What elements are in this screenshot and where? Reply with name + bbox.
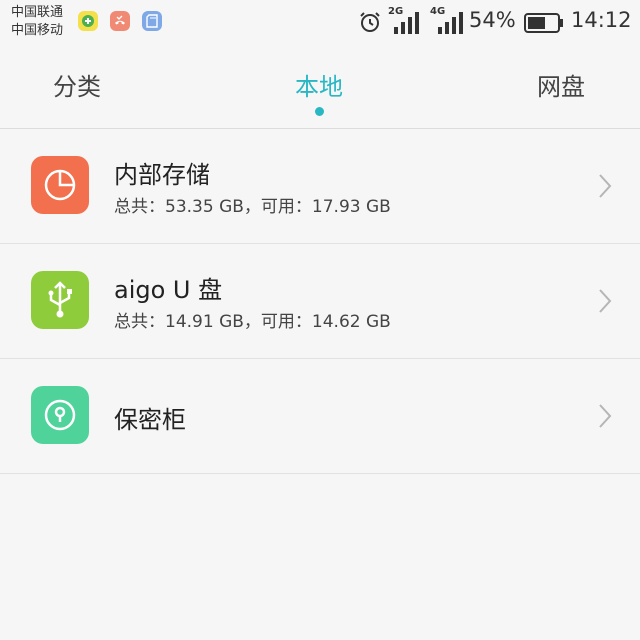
chevron-right-icon [599, 289, 612, 313]
storage-item-title: 内部存储 [114, 161, 210, 189]
sd-card-icon [142, 11, 162, 31]
tab-cloud-drive[interactable]: 网盘 [537, 70, 585, 104]
battery-icon [524, 13, 563, 33]
storage-item-usb[interactable]: aigo U 盘 总共：14.91 GB，可用：14.62 GB [0, 244, 640, 359]
storage-item-internal[interactable]: 内部存储 总共：53.35 GB，可用：17.93 GB [0, 129, 640, 244]
storage-item-detail: 总共：53.35 GB，可用：17.93 GB [114, 197, 391, 217]
storage-list: 内部存储 总共：53.35 GB，可用：17.93 GB aigo U 盘 总共… [0, 129, 640, 474]
status-bar: 中国联通 中国移动 2G 4G 54% 14:12 [0, 0, 640, 44]
lock-icon [31, 386, 89, 444]
chevron-right-icon [599, 404, 612, 428]
carrier-2: 中国移动 [11, 23, 64, 38]
tab-category[interactable]: 分类 [53, 70, 101, 104]
signal-icon [394, 12, 419, 34]
active-tab-indicator [315, 107, 324, 116]
storage-item-title: 保密柜 [114, 406, 186, 434]
phone-missed-icon [110, 11, 130, 31]
chevron-right-icon [599, 174, 612, 198]
clock: 14:12 [571, 8, 632, 32]
signal-icon [438, 12, 463, 34]
storage-item-safe[interactable]: 保密柜 [0, 359, 640, 474]
carrier-1: 中国联通 [11, 5, 64, 20]
storage-item-title: aigo U 盘 [114, 276, 223, 304]
tab-bar: 分类 本地 网盘 [0, 44, 640, 129]
alarm-icon [360, 12, 380, 32]
tab-local[interactable]: 本地 [295, 70, 343, 104]
pie-chart-icon [31, 156, 89, 214]
storage-item-detail: 总共：14.91 GB，可用：14.62 GB [114, 312, 391, 332]
usb-icon [31, 271, 89, 329]
carrier-info: 中国联通 中国移动 [11, 4, 63, 40]
battery-percent: 54% [469, 8, 516, 32]
app-icon [78, 11, 98, 31]
